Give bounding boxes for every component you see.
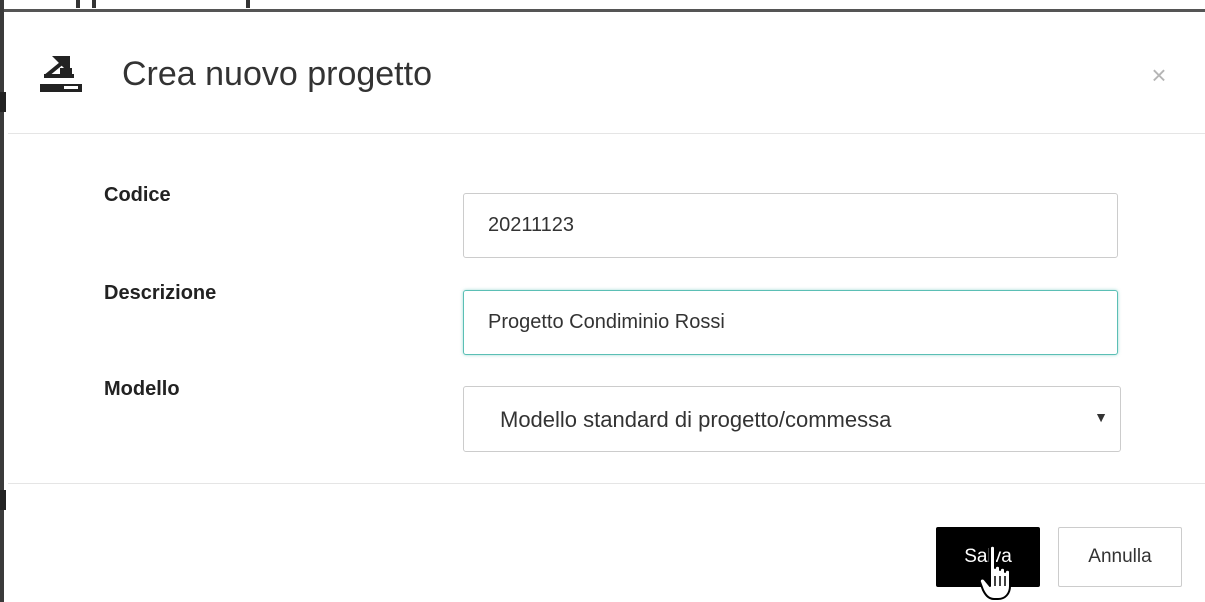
modello-label: Modello (104, 378, 180, 400)
descrizione-label: Descrizione (104, 282, 217, 304)
modello-selected-value: Modello standard di progetto/commessa (500, 407, 892, 432)
save-button[interactable]: Salva (936, 527, 1040, 587)
import-project-icon (40, 56, 82, 92)
cancel-button[interactable]: Annulla (1058, 527, 1182, 587)
close-button[interactable]: × (1144, 60, 1174, 90)
modello-select[interactable]: Modello standard di progetto/commessa ▼ (463, 386, 1121, 452)
background-window-left-edge (0, 0, 6, 602)
dialog-footer: Salva Annulla (8, 484, 1205, 602)
dialog-title: Crea nuovo progetto (122, 55, 432, 93)
dialog-header: Crea nuovo progetto × (8, 12, 1205, 134)
dropdown-arrow-icon: ▼ (1094, 409, 1108, 425)
create-project-dialog: Crea nuovo progetto × Codice Descrizione… (8, 12, 1205, 602)
dialog-body: Codice Descrizione Modello Modello stand… (8, 134, 1205, 484)
codice-input[interactable] (463, 193, 1118, 258)
codice-label: Codice (104, 184, 171, 206)
background-window-edge (0, 0, 1205, 12)
screen: Crea nuovo progetto × Codice Descrizione… (0, 0, 1205, 602)
descrizione-input[interactable] (463, 290, 1118, 355)
